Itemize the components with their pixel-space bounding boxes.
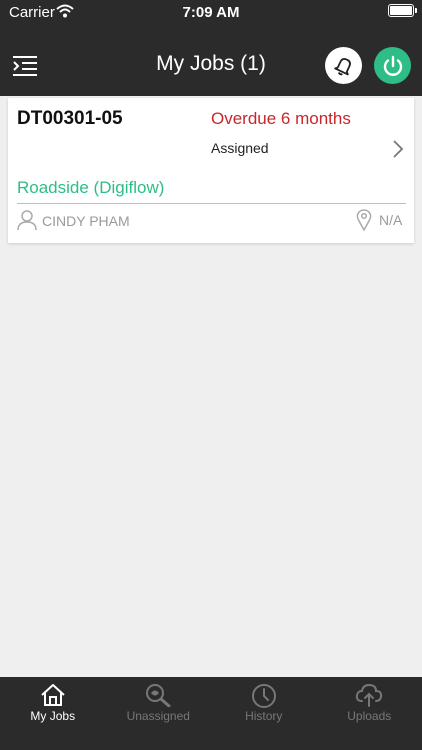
job-card[interactable]: DT00301-05 Overdue 6 months Assigned Roa… — [8, 98, 414, 243]
power-icon — [383, 55, 402, 76]
job-location: N/A — [379, 212, 403, 228]
cloud-upload-icon — [355, 683, 383, 712]
tab-label: My Jobs — [30, 709, 76, 723]
navigation-bar: My Jobs (1) — [0, 36, 422, 96]
home-icon — [40, 683, 66, 712]
status-bar: Carrier 7:09 AM — [0, 0, 422, 36]
tab-bar: My Jobs Unassigned History Uploads — [0, 677, 422, 750]
person-icon — [17, 209, 37, 236]
job-due-status: Overdue 6 months — [211, 109, 351, 128]
location-pin-icon — [356, 209, 372, 236]
chevron-right-icon — [392, 139, 404, 164]
job-type: Roadside (Digiflow) — [17, 178, 165, 197]
battery-icon — [388, 4, 417, 17]
job-id: DT00301-05 — [17, 108, 123, 129]
bell-icon — [333, 57, 351, 75]
tab-unassigned[interactable]: Unassigned — [106, 677, 212, 750]
job-assignment-status: Assigned — [211, 140, 269, 156]
clock-time: 7:09 AM — [182, 4, 240, 21]
tab-label: History — [245, 709, 283, 723]
divider — [17, 203, 406, 204]
tab-uploads[interactable]: Uploads — [317, 677, 422, 750]
search-icon — [145, 683, 171, 712]
tab-label: Uploads — [347, 709, 392, 723]
assignee-name: CINDY PHAM — [42, 213, 130, 229]
tab-my-jobs[interactable]: My Jobs — [0, 677, 106, 750]
tab-history[interactable]: History — [211, 677, 317, 750]
tab-label: Unassigned — [126, 709, 190, 723]
power-button[interactable] — [374, 47, 411, 84]
notifications-button[interactable] — [325, 47, 362, 84]
